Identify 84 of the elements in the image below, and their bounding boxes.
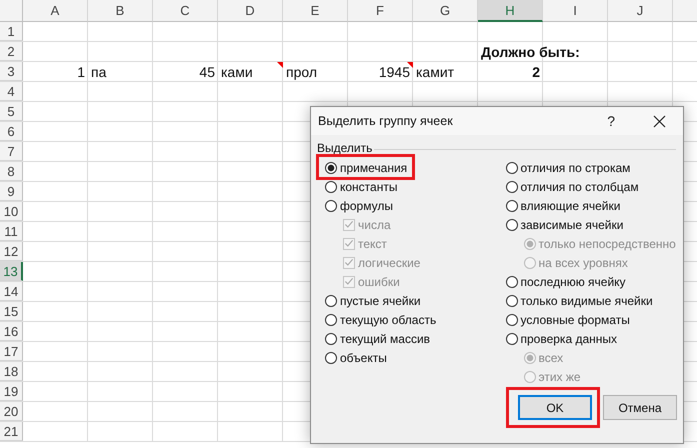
close-icon[interactable] (653, 114, 666, 128)
option-label: отличия по столбцам (520, 180, 639, 194)
row-header[interactable]: 10 (0, 202, 23, 221)
option-label: всех (538, 350, 564, 364)
row-header[interactable]: 12 (0, 242, 23, 261)
option-label: формулы (340, 198, 393, 212)
row-header[interactable]: 3 (0, 62, 23, 81)
radio-button[interactable] (325, 332, 337, 344)
cell-text: 1945 (378, 64, 410, 80)
radio-button[interactable] (325, 294, 337, 306)
cell-text: 2 (532, 64, 540, 80)
row-header[interactable]: 21 (0, 422, 23, 441)
cell-text: прол (286, 64, 318, 80)
option-label: объекты (340, 350, 387, 364)
option-label: только непосредственно (538, 236, 676, 250)
row-header[interactable]: 13 (0, 262, 23, 281)
row-header[interactable]: 4 (0, 82, 23, 101)
option-label: логические (358, 256, 420, 270)
row-header[interactable]: 14 (0, 282, 23, 301)
row-header[interactable]: 8 (0, 162, 23, 181)
option-label: текущий массив (340, 332, 430, 346)
option-label: условные форматы (520, 312, 630, 326)
option-label: проверка данных (520, 332, 618, 346)
row-header[interactable]: 5 (0, 102, 23, 121)
row-header[interactable]: 20 (0, 402, 23, 421)
column-header[interactable]: H (478, 0, 543, 22)
dialog-title: Выделить группу ячеек (318, 114, 454, 128)
option-label: влияющие ячейки (520, 198, 620, 212)
column-header[interactable]: J (608, 0, 673, 22)
column-header[interactable]: C (153, 0, 218, 22)
row-header[interactable]: 9 (0, 182, 23, 201)
option-label: примечания (340, 160, 408, 174)
option-label: этих же (538, 370, 581, 384)
column-header[interactable]: E (283, 0, 348, 22)
radio-button[interactable] (325, 200, 337, 212)
option-label: текст (358, 236, 387, 250)
option-label: на всех уровнях (538, 256, 628, 270)
row-header[interactable]: 7 (0, 142, 23, 161)
dialog-button[interactable]: OK (518, 395, 592, 420)
cell-text: ками (221, 64, 253, 80)
row-header[interactable]: 16 (0, 322, 23, 341)
cell-text: Должно быть: (481, 44, 580, 60)
radio-button[interactable] (506, 200, 518, 212)
cell-text: па (91, 64, 106, 80)
row-header[interactable]: 18 (0, 362, 23, 381)
cell-text: 1 (77, 64, 85, 80)
radio-button[interactable] (506, 162, 518, 174)
option-label: константы (340, 180, 398, 194)
column-header[interactable]: D (218, 0, 283, 22)
option-label: текущую область (340, 312, 436, 326)
radio-button[interactable] (506, 332, 518, 344)
row-header[interactable]: 2 (0, 42, 23, 61)
radio-button[interactable] (325, 180, 337, 192)
option-label: только видимые ячейки (520, 294, 653, 308)
column-header[interactable]: F (348, 0, 413, 22)
option-label: числа (358, 218, 391, 232)
radio-button[interactable] (506, 218, 518, 230)
row-header[interactable]: 1 (0, 22, 23, 41)
row-header[interactable]: 17 (0, 342, 23, 361)
column-header[interactable]: B (88, 0, 153, 22)
radio-button[interactable] (325, 352, 337, 364)
row-header[interactable]: 19 (0, 382, 23, 401)
column-header[interactable]: G (413, 0, 478, 22)
row-header[interactable]: 6 (0, 122, 23, 141)
option-label: отличия по строкам (520, 160, 630, 174)
option-label: пустые ячейки (340, 294, 421, 308)
radio-button[interactable] (506, 180, 518, 192)
option-label: зависимые ячейки (520, 218, 624, 232)
row-header[interactable]: 15 (0, 302, 23, 321)
column-header[interactable]: I (543, 0, 608, 22)
radio-button[interactable] (506, 314, 518, 326)
cell-text: камит (416, 64, 454, 80)
cell-text: 45 (199, 64, 215, 80)
radio-button[interactable] (325, 162, 337, 174)
help-button[interactable]: ? (607, 113, 615, 129)
group-label: Выделить (317, 141, 372, 155)
radio-button[interactable] (506, 294, 518, 306)
option-label: последнюю ячейку (520, 274, 626, 288)
column-header[interactable]: A (23, 0, 88, 22)
radio-button[interactable] (325, 314, 337, 326)
dialog-button[interactable]: Отмена (603, 395, 677, 420)
radio-button[interactable] (506, 276, 518, 288)
option-label: ошибки (358, 274, 400, 288)
row-header[interactable]: 11 (0, 222, 23, 241)
